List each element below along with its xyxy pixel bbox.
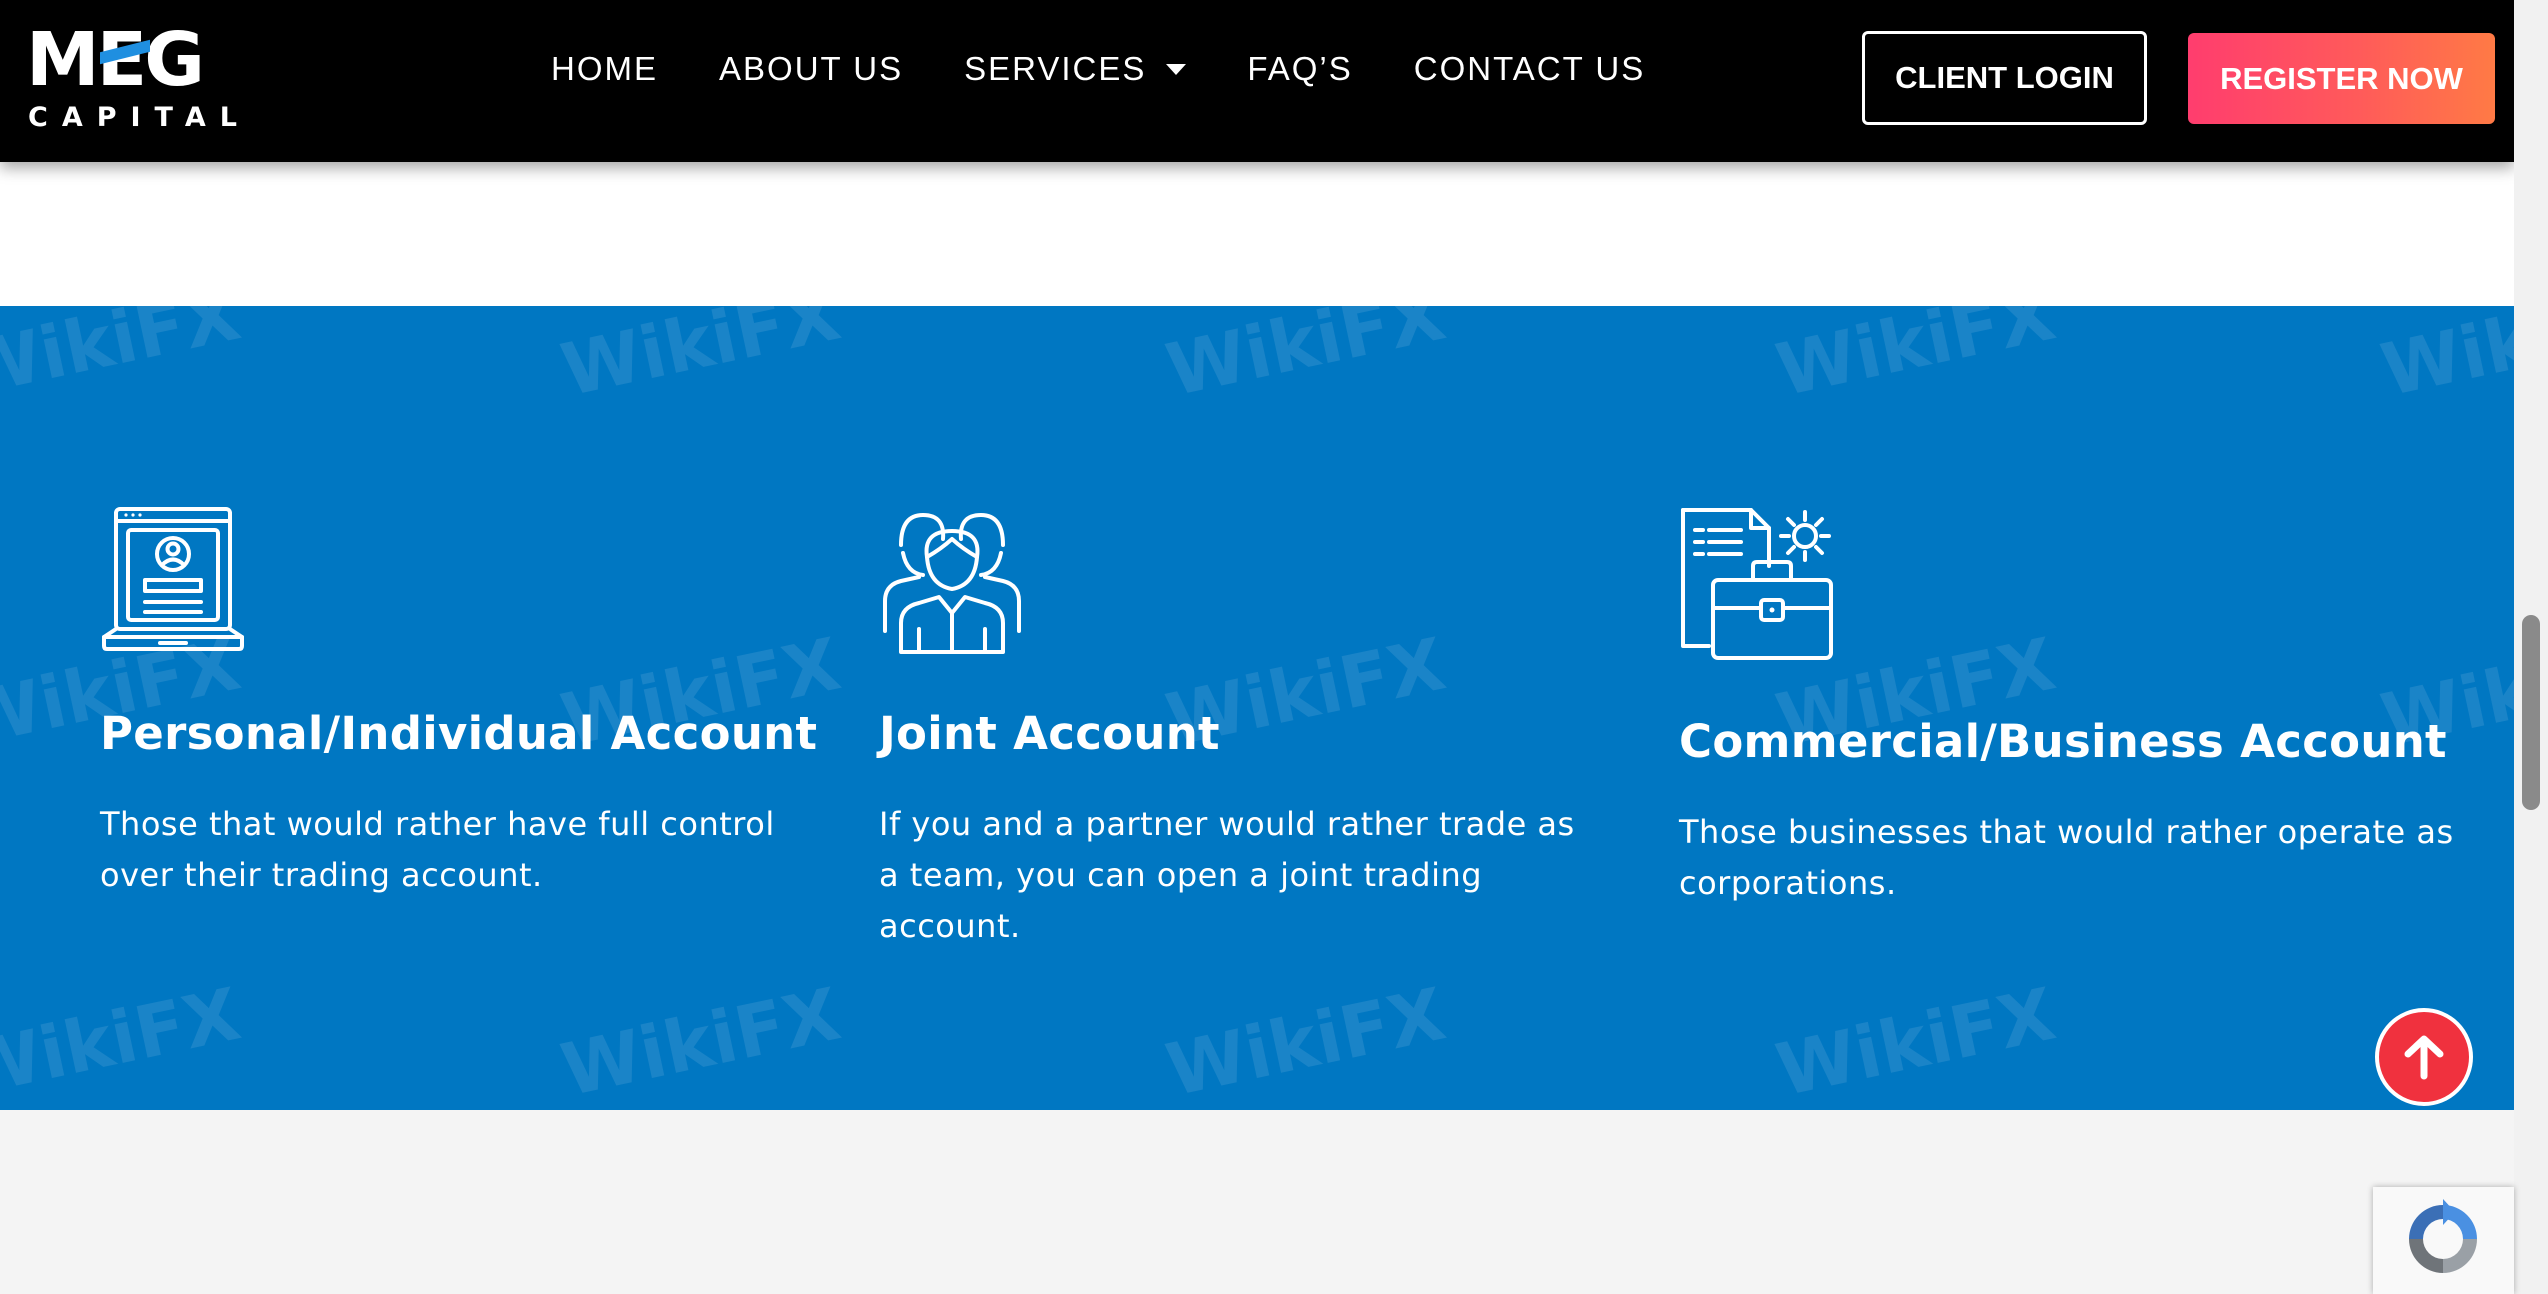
client-login-button[interactable]: CLIENT LOGIN — [1862, 31, 2147, 125]
laptop-profile-icon — [102, 507, 244, 651]
account-title-joint: Joint Account — [879, 707, 1220, 760]
register-now-button[interactable]: REGISTER NOW — [2188, 33, 2495, 124]
account-description-business: Those businesses that would rather opera… — [1679, 813, 2454, 902]
account-title-personal: Personal/Individual Account — [100, 707, 818, 760]
next-section — [0, 1110, 2514, 1294]
account-title-business: Commercial/Business Account — [1679, 715, 2447, 768]
nav-contact-us-label: CONTACT US — [1413, 50, 1646, 87]
site-header: MEG CAPITAL HOME ABOUT US SERVICES FAQ’S… — [0, 0, 2514, 162]
group-people-icon — [883, 513, 1021, 654]
briefcase-document-icon — [1681, 508, 1833, 660]
nav-about-us[interactable]: ABOUT US — [719, 50, 903, 88]
main-nav: HOME ABOUT US SERVICES FAQ’S CONTACT US — [551, 50, 1645, 88]
nav-about-us-label: ABOUT US — [719, 50, 904, 87]
account-description-joint: If you and a partner would rather trade … — [879, 805, 1575, 945]
account-description-personal: Those that would rather have full contro… — [100, 805, 775, 894]
nav-home[interactable]: HOME — [551, 50, 658, 88]
back-to-top-button[interactable] — [2375, 1008, 2473, 1106]
page-scrollbar[interactable] — [2514, 0, 2548, 1294]
meg-capital-logo[interactable]: MEG CAPITAL — [26, 20, 237, 136]
nav-services[interactable]: SERVICES — [964, 50, 1187, 88]
recaptcha-icon — [2409, 1199, 2477, 1273]
nav-contact-us[interactable]: CONTACT US — [1414, 50, 1645, 88]
chevron-down-icon — [1166, 63, 1187, 75]
nav-home-label: HOME — [551, 50, 658, 87]
nav-faqs-label: FAQ’S — [1247, 50, 1353, 87]
account-types-section: Personal/Individual Account Those that w… — [0, 306, 2514, 1110]
arrow-up-icon — [2404, 1035, 2444, 1080]
scrollbar-thumb[interactable] — [2522, 615, 2540, 810]
nav-services-label: SERVICES — [964, 50, 1147, 87]
logo-subtitle: CAPITAL — [28, 102, 251, 133]
nav-faqs[interactable]: FAQ’S — [1247, 50, 1352, 88]
recaptcha-badge[interactable] — [2373, 1187, 2514, 1294]
